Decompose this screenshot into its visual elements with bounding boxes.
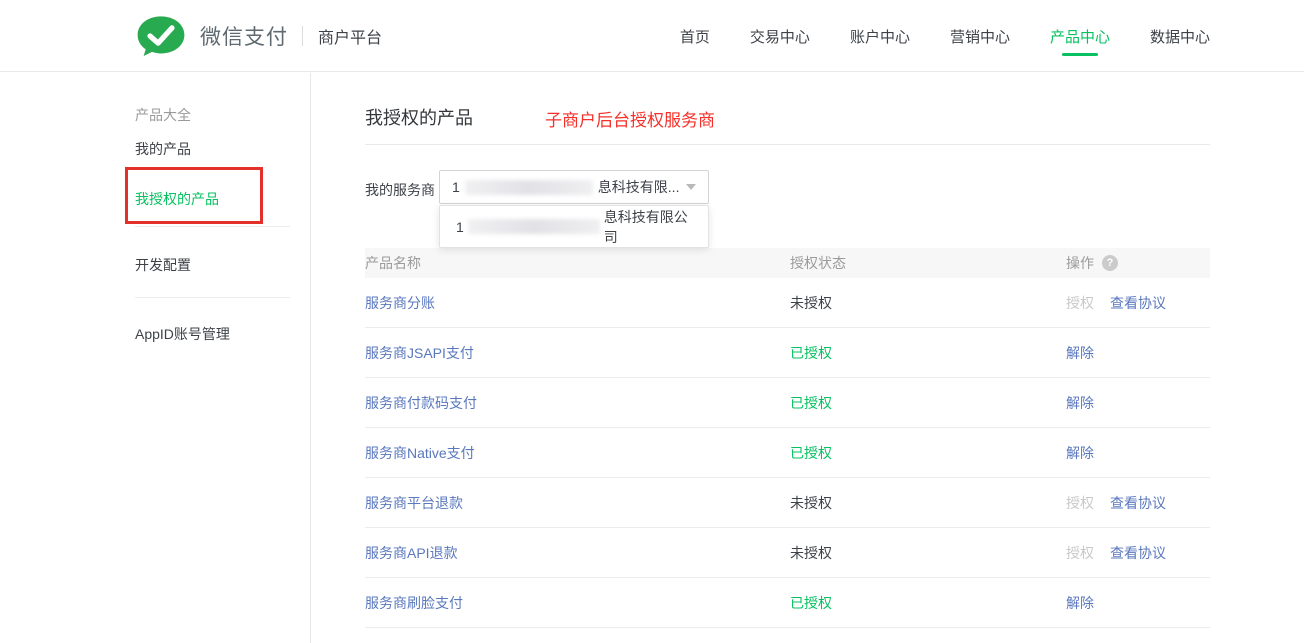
sidebar-item-my-authorized-products[interactable]: 我授权的产品 [135, 189, 219, 209]
sidebar-divider-vertical [310, 73, 311, 643]
sidebar-item-label: 开发配置 [135, 257, 191, 273]
redacted-text [465, 180, 593, 195]
action-link[interactable]: 解除 [1066, 593, 1094, 613]
nav-item-marketing-center[interactable]: 营销中心 [950, 26, 1010, 47]
product-link[interactable]: 服务商付款码支付 [365, 395, 477, 411]
row-actions: 解除 [1066, 443, 1210, 463]
provider-select-value-prefix: 1 [452, 179, 460, 195]
sidebar-item-my-products[interactable]: 我的产品 [135, 139, 191, 159]
sidebar-item-dev-config[interactable]: 开发配置 [135, 255, 191, 275]
table-row: 服务商JSAPI支付 已授权 解除 [365, 328, 1210, 378]
table-row: 服务商刷脸支付 已授权 解除 [365, 578, 1210, 628]
nav-item-label: 账户中心 [850, 29, 910, 46]
help-icon[interactable]: ? [1102, 255, 1118, 271]
product-link[interactable]: 服务商JSAPI支付 [365, 345, 474, 361]
row-actions: 授权查看协议 [1066, 543, 1210, 563]
table-row: 服务商分账 未授权 授权查看协议 [365, 278, 1210, 328]
table-row: 服务商平台退款 未授权 授权查看协议 [365, 478, 1210, 528]
sidebar-divider [135, 297, 290, 298]
row-actions: 解除 [1066, 343, 1210, 363]
table-row: 服务商API退款 未授权 授权查看协议 [365, 528, 1210, 578]
active-tab-underline [1062, 53, 1098, 56]
action-link-disabled[interactable]: 授权 [1066, 543, 1094, 563]
logo-link[interactable]: 微信支付 商户平台 [134, 0, 382, 72]
merchant-platform-page: 微信支付 商户平台 首页 交易中心 账户中心 营销中心 产品中心 数据中心 产品… [0, 0, 1304, 643]
row-actions: 解除 [1066, 593, 1210, 613]
table-row: 服务商Native支付 已授权 解除 [365, 428, 1210, 478]
provider-dropdown: 1 息科技有限公司 [439, 205, 709, 248]
page-title: 我授权的产品 [365, 104, 473, 130]
col-header-operations-label: 操作 [1066, 253, 1094, 273]
sidebar-item-label: AppID账号管理 [135, 326, 230, 342]
action-link[interactable]: 查看协议 [1110, 293, 1166, 313]
col-header-operations: 操作 ? [1066, 253, 1210, 273]
table-header-row: 产品名称 授权状态 操作 ? [365, 248, 1210, 278]
provider-option-prefix: 1 [456, 219, 464, 235]
redacted-text [468, 219, 600, 234]
status-text: 已授权 [790, 595, 832, 611]
action-link-disabled[interactable]: 授权 [1066, 293, 1094, 313]
provider-select[interactable]: 1 息科技有限... [439, 170, 709, 204]
row-actions: 解除 [1066, 393, 1210, 413]
nav-item-account-center[interactable]: 账户中心 [850, 26, 910, 47]
wechat-pay-logo-icon [134, 15, 188, 57]
product-link[interactable]: 服务商API退款 [365, 545, 458, 561]
sidebar-item-label: 产品大全 [135, 107, 191, 123]
product-link[interactable]: 服务商Native支付 [365, 445, 475, 461]
nav-item-product-center[interactable]: 产品中心 [1050, 26, 1110, 47]
status-text: 已授权 [790, 395, 832, 411]
table-row: 服务商付款码支付 已授权 解除 [365, 378, 1210, 428]
provider-select-value-suffix: 息科技有限... [598, 177, 680, 197]
sidebar-item-product-catalog: 产品大全 [135, 105, 191, 125]
red-annotation-text: 子商户后台授权服务商 [545, 106, 715, 131]
title-divider [365, 144, 1210, 145]
col-header-product-name: 产品名称 [365, 253, 790, 273]
table-body: 服务商分账 未授权 授权查看协议 服务商JSAPI支付 已授权 解除 服务商付款… [365, 278, 1210, 628]
nav-item-data-center[interactable]: 数据中心 [1150, 26, 1210, 47]
sidebar-divider [135, 226, 290, 227]
status-text: 已授权 [790, 445, 832, 461]
sidebar-item-label: 我授权的产品 [135, 191, 219, 207]
nav-item-home[interactable]: 首页 [680, 26, 710, 47]
status-text: 未授权 [790, 495, 832, 511]
action-link[interactable]: 查看协议 [1110, 493, 1166, 513]
nav-item-label: 首页 [680, 29, 710, 46]
nav-item-transaction-center[interactable]: 交易中心 [750, 26, 810, 47]
row-actions: 授权查看协议 [1066, 293, 1210, 313]
nav-item-label: 交易中心 [750, 29, 810, 46]
row-actions: 授权查看协议 [1066, 493, 1210, 513]
action-link[interactable]: 解除 [1066, 393, 1094, 413]
nav-item-label: 营销中心 [950, 29, 1010, 46]
status-text: 未授权 [790, 295, 832, 311]
action-link-disabled[interactable]: 授权 [1066, 493, 1094, 513]
logo-separator [302, 26, 303, 46]
provider-option[interactable]: 1 息科技有限公司 [440, 206, 708, 247]
product-link[interactable]: 服务商刷脸支付 [365, 595, 463, 611]
action-link[interactable]: 解除 [1066, 343, 1094, 363]
action-link[interactable]: 解除 [1066, 443, 1094, 463]
logo-text: 微信支付 [200, 21, 288, 51]
nav-item-label: 数据中心 [1150, 29, 1210, 46]
top-nav: 首页 交易中心 账户中心 营销中心 产品中心 数据中心 [680, 0, 1210, 72]
col-header-auth-status: 授权状态 [790, 253, 1066, 273]
provider-label: 我的服务商 [365, 180, 435, 200]
product-link[interactable]: 服务商平台退款 [365, 495, 463, 511]
action-link[interactable]: 查看协议 [1110, 543, 1166, 563]
sidebar-item-label: 我的产品 [135, 141, 191, 157]
authorized-products-table: 产品名称 授权状态 操作 ? 服务商分账 未授权 授权查看协议 服务商JSAPI… [365, 248, 1210, 628]
product-link[interactable]: 服务商分账 [365, 295, 435, 311]
status-text: 已授权 [790, 345, 832, 361]
status-text: 未授权 [790, 545, 832, 561]
nav-item-label: 产品中心 [1050, 29, 1110, 46]
platform-subtitle: 商户平台 [318, 24, 382, 48]
provider-option-suffix: 息科技有限公司 [604, 207, 692, 247]
sidebar-item-appid-management[interactable]: AppID账号管理 [135, 324, 230, 344]
chevron-down-icon [686, 184, 696, 190]
